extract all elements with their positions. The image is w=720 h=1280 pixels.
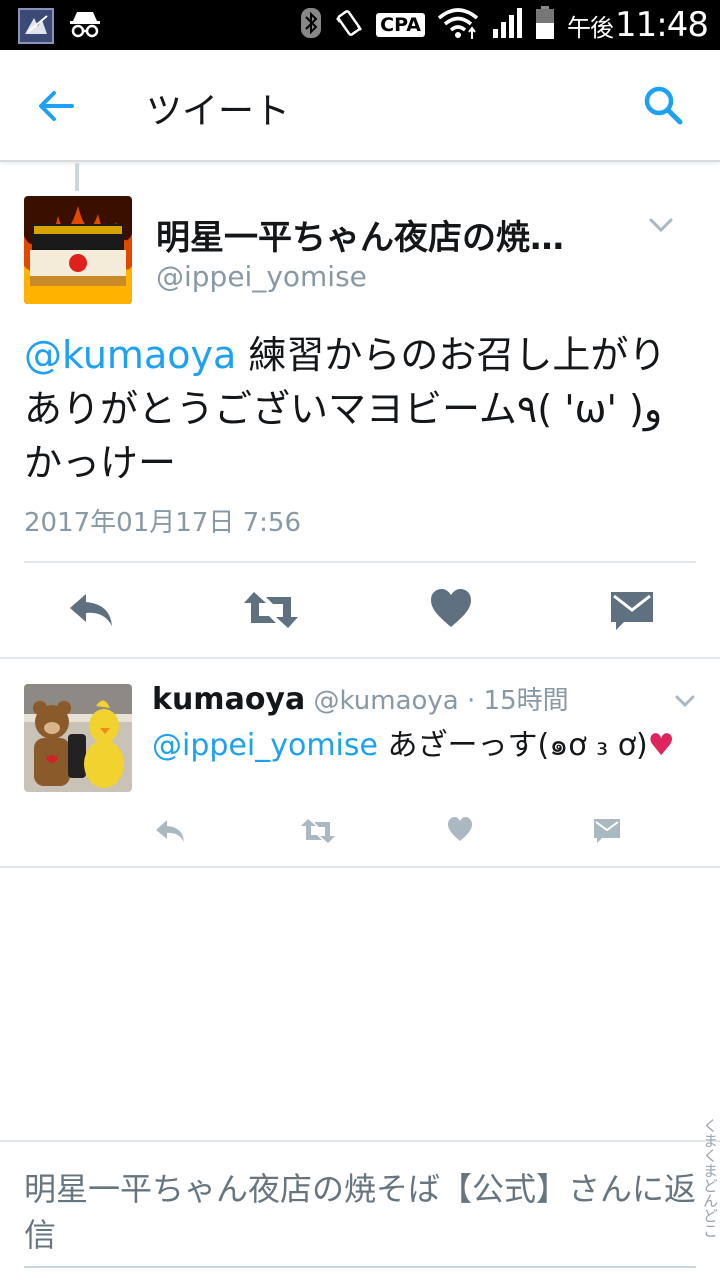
heart-emoji: ♥ bbox=[647, 728, 675, 763]
watermark-text: くまくまどんどこ bbox=[701, 1118, 719, 1238]
tweet-author-name[interactable]: 明星一平ちゃん夜店の焼… bbox=[156, 210, 596, 259]
tweet-timestamp: 2017年01月17日 7:56 bbox=[24, 508, 301, 538]
clock: 午後11:48 bbox=[567, 5, 709, 45]
input-underline bbox=[24, 1266, 696, 1268]
heart-icon[interactable] bbox=[447, 816, 473, 844]
reply-header: kumaoya @kumaoya · 15時間 bbox=[152, 680, 672, 717]
conversation-thread-line bbox=[75, 163, 79, 191]
vibrate-icon bbox=[334, 8, 364, 42]
wifi-icon bbox=[437, 6, 479, 44]
page-title: ツイート bbox=[146, 91, 291, 132]
arrow-left-icon[interactable] bbox=[36, 86, 76, 126]
mention-link[interactable]: @ippei_yomise bbox=[152, 728, 378, 763]
reply-author-handle[interactable]: @kumaoya bbox=[314, 686, 459, 716]
chevron-down-icon[interactable] bbox=[648, 216, 674, 234]
reply-timestamp: 15時間 bbox=[483, 686, 569, 716]
reply-author-name[interactable]: kumaoya bbox=[152, 682, 305, 717]
divider bbox=[0, 1140, 720, 1142]
divider bbox=[24, 561, 696, 563]
separator-dot: · bbox=[458, 686, 484, 716]
search-icon[interactable] bbox=[642, 84, 684, 126]
notification-app-icon bbox=[18, 8, 54, 44]
dm-icon[interactable] bbox=[610, 590, 654, 632]
avatar[interactable] bbox=[24, 684, 132, 792]
battery-icon bbox=[535, 6, 555, 44]
tweet-author-handle[interactable]: @ippei_yomise bbox=[156, 260, 367, 293]
carrier-badge: CPA bbox=[376, 13, 426, 37]
mention-link[interactable]: @kumaoya bbox=[24, 333, 236, 377]
chevron-down-icon[interactable] bbox=[674, 694, 696, 709]
retweet-icon[interactable] bbox=[242, 590, 300, 630]
bluetooth-icon bbox=[300, 7, 322, 43]
app-header: ツイート bbox=[0, 50, 720, 162]
signal-icon bbox=[491, 7, 523, 43]
reply-icon[interactable] bbox=[154, 818, 186, 844]
incognito-icon bbox=[68, 9, 102, 43]
avatar[interactable] bbox=[24, 196, 132, 304]
reply-icon[interactable] bbox=[66, 590, 116, 630]
reply-text: @ippei_yomise あざーっす(๑ơ ₃ ơ)♥ bbox=[152, 728, 675, 763]
divider bbox=[0, 657, 720, 659]
dm-icon[interactable] bbox=[593, 818, 621, 844]
heart-icon[interactable] bbox=[430, 588, 472, 630]
status-bar: CPA 午後11:48 bbox=[0, 0, 720, 50]
tweet-text: @kumaoya 練習からのお召し上がりありがとうございマヨビーム٩( 'ω' … bbox=[24, 333, 667, 485]
reply-compose-input[interactable]: 明星一平ちゃん夜店の焼そば【公式】さんに返信 bbox=[24, 1166, 700, 1258]
retweet-icon[interactable] bbox=[300, 818, 336, 844]
divider bbox=[0, 866, 720, 868]
